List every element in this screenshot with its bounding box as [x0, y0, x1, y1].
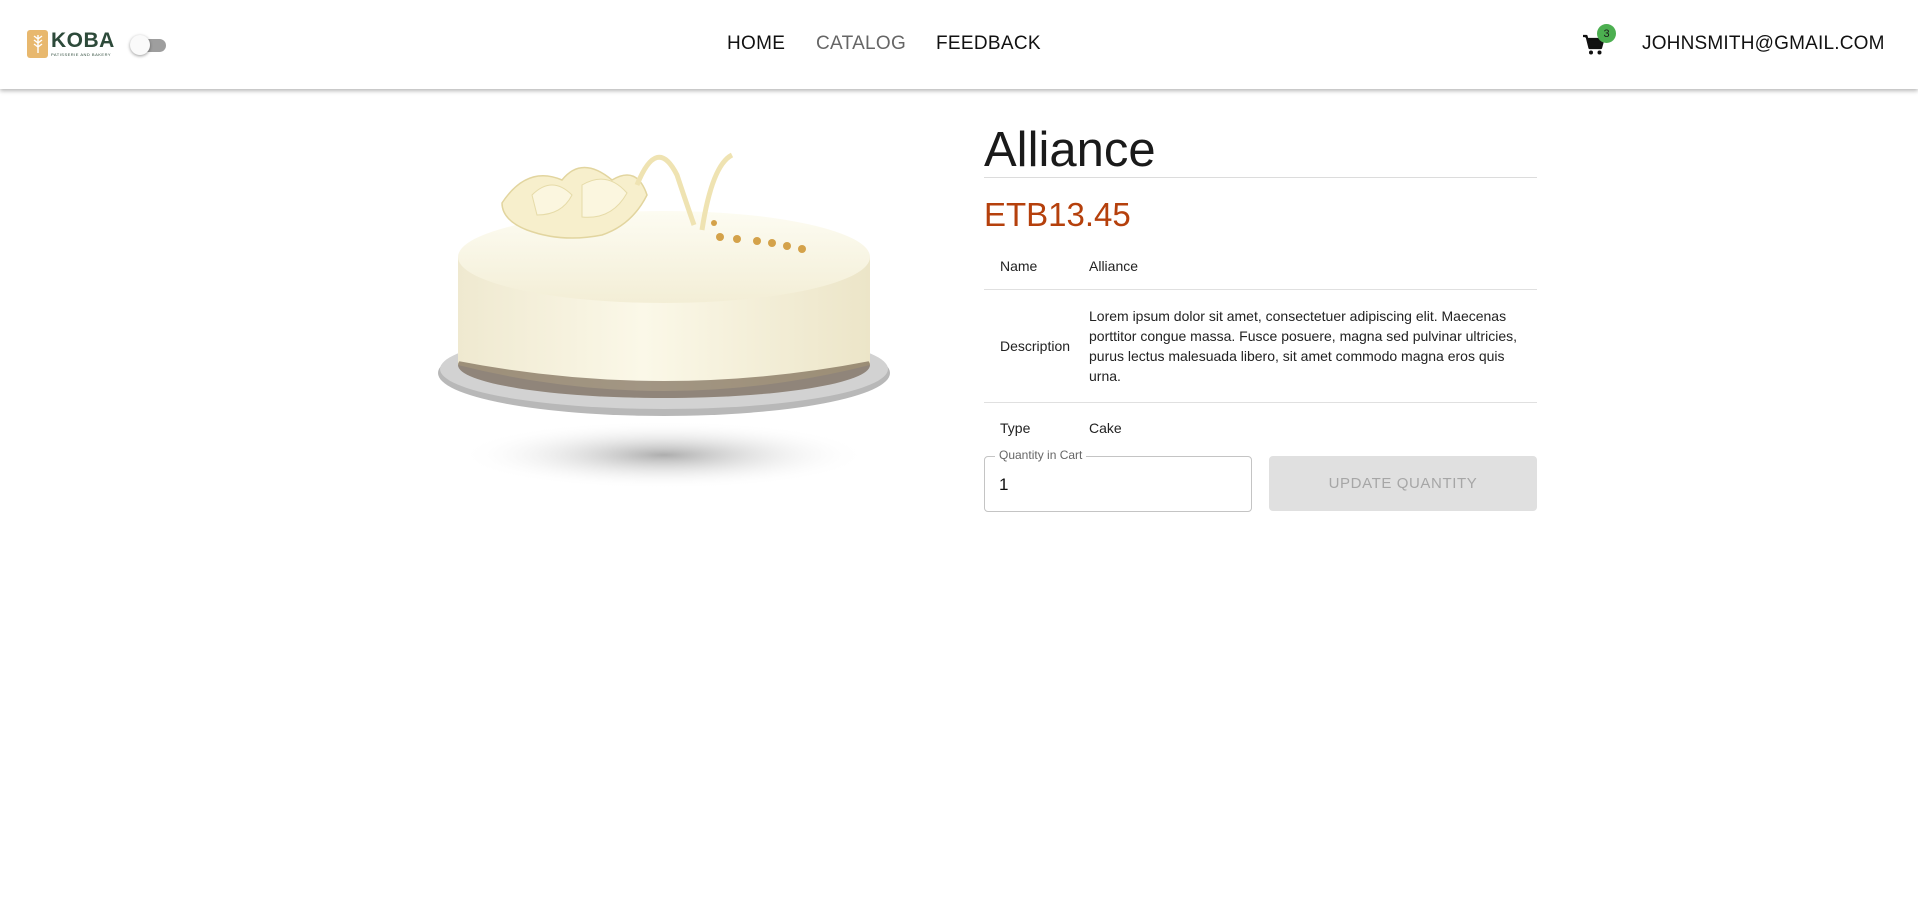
wheat-logo-icon	[27, 30, 48, 58]
product-details-table: Name Alliance Description Lorem ipsum do…	[984, 242, 1537, 453]
product-image	[432, 125, 892, 490]
koba-logo[interactable]: KOBA PATISSERIE AND BAKERY	[27, 30, 115, 58]
details-label-name: Name	[1000, 257, 1038, 274]
cart-count-badge: 3	[1597, 24, 1616, 43]
theme-toggle[interactable]	[130, 35, 168, 55]
details-label-type: Type	[1000, 420, 1031, 436]
nav-feedback-link[interactable]: FEEDBACK	[936, 33, 1041, 55]
details-row-description: Description Lorem ipsum dolor sit amet, …	[984, 290, 1537, 403]
details-row-name: Name Alliance	[984, 242, 1537, 290]
logo-word: KOBA	[51, 29, 115, 52]
update-quantity-button[interactable]: UPDATE QUANTITY	[1269, 456, 1537, 511]
logo-tagline: PATISSERIE AND BAKERY	[51, 52, 112, 57]
user-account-menu[interactable]: JOHNSMITH@GMAIL.COM	[1642, 33, 1885, 55]
details-value-description: Lorem ipsum dolor sit amet, consectetuer…	[1089, 308, 1517, 384]
quantity-field-label: Quantity in Cart	[995, 448, 1087, 462]
quantity-field[interactable]: Quantity in Cart 1	[984, 448, 1252, 512]
app-bar: KOBA PATISSERIE AND BAKERY HOME CATALOG …	[0, 0, 1918, 89]
product-title: Alliance	[984, 123, 1156, 177]
details-row-type: Type Cake	[984, 403, 1537, 453]
details-label-description: Description	[1000, 338, 1071, 354]
product-price: ETB13.45	[984, 196, 1131, 233]
title-divider	[984, 177, 1537, 178]
nav-home-link[interactable]: HOME	[727, 33, 785, 55]
nav-catalog-link[interactable]: CATALOG	[816, 33, 906, 55]
quantity-input[interactable]: 1	[999, 475, 1008, 495]
details-value-name: Alliance	[1089, 257, 1139, 274]
details-value-type: Cake	[1089, 420, 1122, 436]
toggle-thumb	[130, 35, 150, 55]
